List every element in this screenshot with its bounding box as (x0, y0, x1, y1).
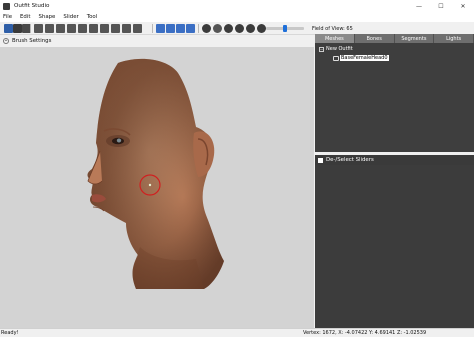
vertex-coordinates: Vertex: 1672, X: -4.07422 Y: 4.69141 Z: … (303, 330, 427, 336)
status-bar: Ready! Vertex: 1672, X: -4.07422 Y: 4.69… (0, 328, 474, 337)
select-all-sliders-checkbox[interactable] (318, 157, 323, 163)
brush-settings-label: Brush Settings (12, 38, 52, 44)
app-icon (3, 2, 10, 10)
mesh-tree[interactable]: − New Outfit BaseFemaleHead0 (315, 43, 474, 152)
brush-cursor-center (148, 183, 152, 187)
ear (193, 131, 215, 177)
inflate-brush-icon[interactable] (56, 24, 65, 33)
smooth-brush-icon[interactable] (89, 24, 98, 33)
front-view-icon[interactable] (156, 24, 165, 33)
right-panel: Meshes Bones Segments Lights − New Outfi… (315, 34, 474, 328)
move-brush-icon[interactable] (78, 24, 87, 33)
transform-icon[interactable] (13, 24, 22, 33)
brush-settings-bar[interactable]: ^ Brush Settings (0, 36, 314, 46)
toolbar-separator (152, 24, 153, 33)
texture-icon[interactable] (246, 24, 255, 33)
deflate-brush-icon[interactable] (67, 24, 76, 33)
weight-brush-icon[interactable] (100, 24, 109, 33)
collapse-icon[interactable]: − (319, 46, 324, 52)
mesh-item[interactable]: BaseFemaleHead0 (333, 55, 389, 61)
menu-shape[interactable]: Shape (38, 14, 55, 20)
menu-slider[interactable]: Slider (63, 14, 78, 20)
select-brush-icon[interactable] (4, 24, 13, 33)
right-view-icon[interactable] (186, 24, 195, 33)
viewport-3d[interactable] (0, 47, 314, 328)
mask-display-icon[interactable] (257, 24, 266, 33)
fov-label: Field of View: 65 (312, 25, 353, 32)
toolbar-separator (30, 24, 31, 33)
lighting-icon[interactable] (235, 24, 244, 33)
status-text: Ready! (1, 330, 19, 336)
menu-file[interactable]: File (3, 14, 12, 20)
vertex-select-icon[interactable] (34, 24, 43, 33)
tree-mesh-row[interactable]: BaseFemaleHead0 (333, 55, 389, 61)
close-button[interactable]: ✕ (452, 0, 474, 12)
sliders-header: De-/Select Sliders (315, 155, 474, 165)
toolbar-separator (198, 24, 199, 33)
mask-brush-icon[interactable] (45, 24, 54, 33)
mesh-label: BaseFemaleHead0 (340, 55, 389, 61)
slider-list[interactable] (315, 165, 474, 328)
tab-lights[interactable]: Lights (434, 34, 474, 43)
menu-bar: File Edit Shape Slider Tool (0, 12, 474, 22)
tree-root-label: New Outfit (326, 46, 353, 52)
show-nodes-icon[interactable] (213, 24, 222, 33)
wireframe-icon[interactable] (224, 24, 233, 33)
mesh-visibility-icon[interactable] (333, 55, 339, 61)
tree-root-row[interactable]: − New Outfit (319, 46, 353, 52)
nose (87, 150, 103, 185)
window-controls: — ☐ ✕ (408, 0, 474, 12)
alpha-brush-icon[interactable] (122, 24, 131, 33)
collapse-icon[interactable]: ^ (3, 38, 9, 44)
tab-segments[interactable]: Segments (394, 34, 435, 43)
menu-tool[interactable]: Tool (87, 14, 97, 20)
head-mesh-render (87, 58, 224, 290)
sliders-header-label: De-/Select Sliders (326, 157, 374, 163)
tab-bones[interactable]: Bones (354, 34, 395, 43)
tab-meshes[interactable]: Meshes (315, 34, 355, 43)
title-bar: Outfit Studio — ☐ ✕ (0, 0, 474, 12)
minimize-button[interactable]: — (408, 0, 430, 12)
color-brush-icon[interactable] (111, 24, 120, 33)
collision-brush-icon[interactable] (133, 24, 142, 33)
menu-edit[interactable]: Edit (20, 14, 30, 20)
back-view-icon[interactable] (166, 24, 175, 33)
panel-tabs: Meshes Bones Segments Lights (315, 34, 474, 43)
perspective-icon[interactable] (202, 24, 211, 33)
fov-slider-thumb[interactable] (283, 25, 287, 32)
window-title: Outfit Studio (14, 3, 50, 9)
maximize-button[interactable]: ☐ (430, 0, 452, 12)
left-view-icon[interactable] (176, 24, 185, 33)
